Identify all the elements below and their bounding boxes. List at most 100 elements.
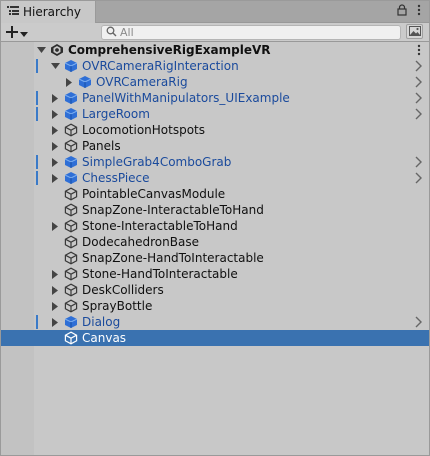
- expand-arrow-icon[interactable]: [36, 45, 46, 55]
- hierarchy-row[interactable]: LocomotionHotspots: [1, 122, 429, 138]
- collapse-arrow-icon[interactable]: [50, 93, 60, 103]
- search-input[interactable]: [120, 26, 380, 39]
- collapse-arrow-icon[interactable]: [50, 221, 60, 231]
- row-label: Stone-InteractableToHand: [82, 219, 238, 233]
- cube-filled-icon: [64, 59, 78, 73]
- row-label: DodecahedronBase: [82, 235, 199, 249]
- row-label: LocomotionHotspots: [82, 123, 206, 137]
- hierarchy-window: Hierarchy All ComprehensiveRigExampleVR …: [0, 0, 430, 456]
- cube-outline-icon: [64, 331, 78, 345]
- hierarchy-row[interactable]: DeskColliders: [1, 282, 429, 298]
- lock-icon[interactable]: [397, 4, 407, 20]
- row-label: OVRCameraRigInteraction: [82, 59, 239, 73]
- arrow-spacer: [50, 333, 60, 343]
- cube-outline-icon: [64, 139, 78, 153]
- collapse-arrow-icon[interactable]: [50, 301, 60, 311]
- open-prefab-chevron-icon[interactable]: [415, 92, 425, 104]
- cube-outline-icon: [64, 267, 78, 281]
- collapse-arrow-icon[interactable]: [50, 269, 60, 279]
- hierarchy-row[interactable]: DodecahedronBase: [1, 234, 429, 250]
- cube-filled-icon: [64, 315, 78, 329]
- row-label: Stone-HandToInteractable: [82, 267, 238, 281]
- collapse-arrow-icon[interactable]: [50, 285, 60, 295]
- hierarchy-row[interactable]: OVRCameraRig: [1, 74, 429, 90]
- collapse-arrow-icon[interactable]: [50, 317, 60, 327]
- scene-menu-icon[interactable]: [417, 44, 421, 59]
- hierarchy-row[interactable]: SprayBottle: [1, 298, 429, 314]
- arrow-spacer: [50, 205, 60, 215]
- collapse-arrow-icon[interactable]: [50, 125, 60, 135]
- hierarchy-row[interactable]: Stone-HandToInteractable: [1, 266, 429, 282]
- row-label: ChessPiece: [82, 171, 150, 185]
- collapse-arrow-icon[interactable]: [50, 109, 60, 119]
- arrow-spacer: [50, 253, 60, 263]
- override-marker: [36, 107, 38, 121]
- hierarchy-row[interactable]: LargeRoom: [1, 106, 429, 122]
- hierarchy-row[interactable]: Panels: [1, 138, 429, 154]
- scene-name: ComprehensiveRigExampleVR: [68, 43, 271, 57]
- open-prefab-chevron-icon[interactable]: [415, 172, 425, 184]
- hierarchy-row[interactable]: PanelWithManipulators_UIExample: [1, 90, 429, 106]
- cube-filled-icon: [78, 75, 92, 89]
- row-label: SnapZone-InteractableToHand: [82, 203, 264, 217]
- open-prefab-chevron-icon[interactable]: [415, 316, 425, 328]
- plus-icon: [6, 23, 18, 42]
- cube-outline-icon: [64, 203, 78, 217]
- hierarchy-row[interactable]: SimpleGrab4ComboGrab: [1, 154, 429, 170]
- override-marker: [36, 155, 38, 169]
- collapse-arrow-icon[interactable]: [50, 141, 60, 151]
- cube-outline-icon: [64, 299, 78, 313]
- row-label: Panels: [82, 139, 121, 153]
- expand-arrow-icon[interactable]: [50, 61, 60, 71]
- open-prefab-chevron-icon[interactable]: [415, 76, 425, 88]
- hierarchy-row[interactable]: PointableCanvasModule: [1, 186, 429, 202]
- cube-filled-icon: [64, 171, 78, 185]
- unity-scene-icon: [50, 43, 64, 57]
- open-prefab-chevron-icon[interactable]: [415, 60, 425, 72]
- hierarchy-row[interactable]: Canvas: [1, 330, 429, 346]
- toolbar: [1, 23, 429, 42]
- tab-hierarchy[interactable]: Hierarchy: [1, 1, 96, 23]
- hierarchy-row[interactable]: SnapZone-InteractableToHand: [1, 202, 429, 218]
- override-marker: [36, 91, 38, 105]
- collapse-arrow-icon[interactable]: [50, 173, 60, 183]
- arrow-spacer: [50, 237, 60, 247]
- hierarchy-row[interactable]: OVRCameraRigInteraction: [1, 58, 429, 74]
- row-label: Dialog: [82, 315, 121, 329]
- arrow-spacer: [50, 189, 60, 199]
- open-prefab-chevron-icon[interactable]: [415, 108, 425, 120]
- hierarchy-row[interactable]: Dialog: [1, 314, 429, 330]
- collapse-arrow-icon[interactable]: [50, 157, 60, 167]
- tab-bar: Hierarchy: [1, 1, 429, 23]
- hierarchy-row[interactable]: ChessPiece: [1, 170, 429, 186]
- tab-title: Hierarchy: [23, 5, 82, 19]
- row-label: DeskColliders: [82, 283, 164, 297]
- row-label: SprayBottle: [82, 299, 153, 313]
- row-label: OVRCameraRig: [96, 75, 188, 89]
- cube-outline-icon: [64, 219, 78, 233]
- kebab-menu-icon[interactable]: [417, 4, 421, 20]
- chevron-down-icon: [20, 23, 28, 42]
- row-label: SimpleGrab4ComboGrab: [82, 155, 232, 169]
- cube-outline-icon: [64, 123, 78, 137]
- row-label: Canvas: [82, 331, 127, 345]
- row-label: LargeRoom: [82, 107, 150, 121]
- create-button[interactable]: [6, 23, 28, 41]
- cube-filled-icon: [64, 107, 78, 121]
- override-marker: [36, 171, 38, 185]
- search-field[interactable]: [101, 25, 401, 40]
- scene-visibility-button[interactable]: [406, 24, 423, 39]
- row-label: PanelWithManipulators_UIExample: [82, 91, 290, 105]
- cube-outline-icon: [64, 283, 78, 297]
- cube-filled-icon: [64, 155, 78, 169]
- override-marker: [36, 315, 38, 329]
- override-marker: [36, 59, 38, 73]
- collapse-arrow-icon[interactable]: [64, 77, 74, 87]
- image-icon: [408, 25, 421, 39]
- cube-filled-icon: [64, 91, 78, 105]
- hierarchy-row[interactable]: Stone-InteractableToHand: [1, 218, 429, 234]
- scene-row[interactable]: ComprehensiveRigExampleVR: [1, 42, 429, 58]
- open-prefab-chevron-icon[interactable]: [415, 156, 425, 168]
- hierarchy-row[interactable]: SnapZone-HandToInteractable: [1, 250, 429, 266]
- cube-outline-icon: [64, 251, 78, 265]
